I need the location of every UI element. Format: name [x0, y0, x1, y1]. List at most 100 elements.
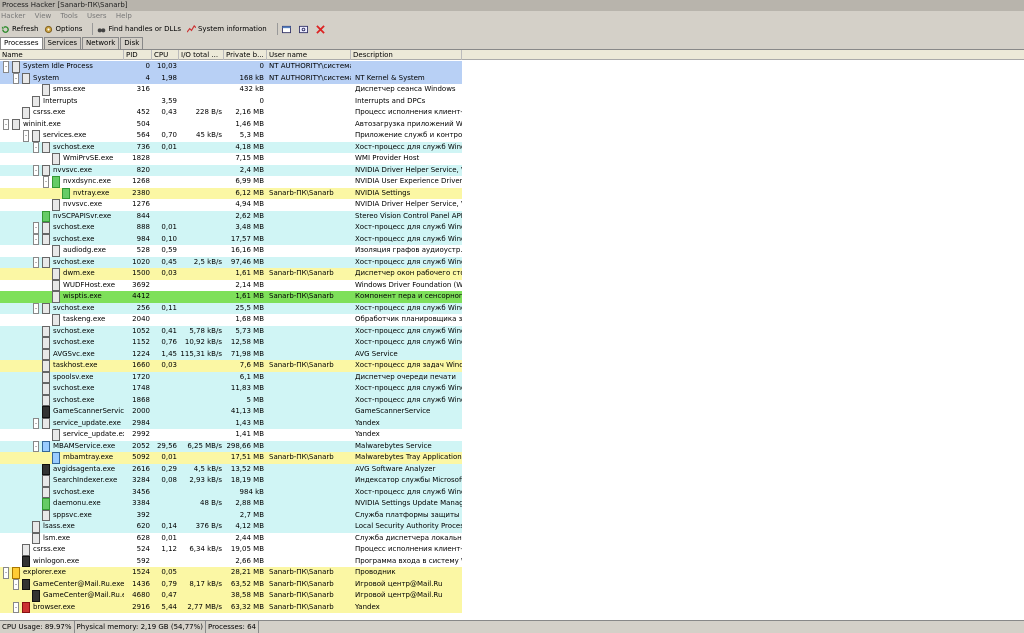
process-row[interactable]: WmiPrvSE.exe 1828 7,15 MB WMI Provider Host: [0, 153, 1024, 165]
process-row[interactable]: - svchost.exe 888 0,01 3,48 MB Хост-процесс д…: [0, 222, 1024, 234]
process-row[interactable]: nvSCPAPISvr.exe 844 2,62 MB Stereo Vision C…: [0, 210, 1024, 222]
close-button[interactable]: [315, 22, 327, 36]
system-information-button[interactable]: System information: [186, 22, 267, 36]
process-row[interactable]: GameCenter@Mail.Ru.exe 4680 0,47 38,58 MB Sa…: [0, 590, 1024, 602]
process-row[interactable]: svchost.exe 1152 0,76 10,92 kB/s 12,58 MB Хос…: [0, 337, 1024, 349]
find-window-button[interactable]: [298, 22, 310, 36]
process-tree-list[interactable]: Name PID CPU I/O total ... Private b... …: [0, 49, 1024, 620]
collapse-toggle[interactable]: -: [13, 601, 19, 613]
tab-processes[interactable]: Processes: [0, 37, 43, 49]
process-row[interactable]: - wininit.exe 504 1,46 MB Автозагрузка прило…: [0, 118, 1024, 130]
process-row[interactable]: - System 4 1,98 168 kB NT AUTHORITY\система NT…: [0, 72, 1024, 84]
process-row[interactable]: service_update.exe 2992 1,41 MB Yandex: [0, 429, 1024, 441]
process-row[interactable]: sppsvc.exe 392 2,7 MB Служба платформы защи…: [0, 509, 1024, 521]
collapse-toggle[interactable]: -: [23, 130, 29, 142]
process-row[interactable]: winlogon.exe 592 2,66 MB Программа входа в …: [0, 555, 1024, 567]
process-row[interactable]: GameScannerService.... 2000 41,13 MB GameSc…: [0, 406, 1024, 418]
collapse-toggle[interactable]: -: [33, 256, 39, 268]
column-pid[interactable]: PID: [124, 50, 152, 60]
process-row[interactable]: audiodg.exe 528 0,59 16,16 MB Изоляция графо…: [0, 245, 1024, 257]
menu-users[interactable]: Users: [87, 12, 107, 20]
collapse-toggle[interactable]: -: [43, 176, 49, 188]
tab-services[interactable]: Services: [43, 37, 82, 49]
process-icon: [32, 532, 40, 544]
process-row[interactable]: taskhost.exe 1660 0,03 7,6 MB Sanarb-ПК\Sana…: [0, 360, 1024, 372]
process-description: Процесс исполнения клиент-с...: [355, 545, 462, 553]
collapse-toggle[interactable]: -: [3, 61, 9, 73]
process-row[interactable]: lsm.exe 628 0,01 2,44 MB Служба диспетчера л…: [0, 532, 1024, 544]
process-row[interactable]: - services.exe 564 0,70 45 kB/s 5,3 MB Приложе…: [0, 130, 1024, 142]
process-row[interactable]: WUDFHost.exe 3692 2,14 MB Windows Driver Fo…: [0, 279, 1024, 291]
process-io-total: [179, 199, 222, 211]
process-row[interactable]: - svchost.exe 984 0,10 17,57 MB Хост-процесс …: [0, 233, 1024, 245]
process-row[interactable]: svchost.exe 1868 5 MB Хост-процесс для служ…: [0, 394, 1024, 406]
column-user-name[interactable]: User name: [267, 50, 351, 60]
process-row[interactable]: - svchost.exe 1020 0,45 2,5 kB/s 97,46 MB Хост…: [0, 256, 1024, 268]
process-row[interactable]: - MBAMService.exe 2052 29,56 6,25 MB/s 298,66…: [0, 440, 1024, 452]
find-handles-button[interactable]: Find handles or DLLs: [97, 22, 181, 36]
process-row[interactable]: svchost.exe 1052 0,41 5,78 kB/s 5,73 MB Хост-…: [0, 325, 1024, 337]
process-cpu: 0,14: [161, 522, 177, 530]
process-user-name: [269, 130, 351, 142]
column-io-total[interactable]: I/O total ...: [179, 50, 224, 60]
options-button[interactable]: Options: [44, 22, 82, 36]
process-row[interactable]: csrss.exe 524 1,12 6,34 kB/s 19,05 MB Процесс…: [0, 544, 1024, 556]
collapse-toggle[interactable]: -: [33, 164, 39, 176]
process-row[interactable]: Interrupts 3,59 0 Interrupts and DPCs: [0, 95, 1024, 107]
collapse-toggle[interactable]: -: [33, 233, 39, 245]
process-description: Индексатор службы Microsoft ...: [355, 476, 462, 484]
process-row[interactable]: spoolsv.exe 1720 6,1 MB Диспетчер очереди п…: [0, 371, 1024, 383]
collapse-toggle[interactable]: -: [33, 141, 39, 153]
process-row[interactable]: - browser.exe 2916 5,44 2,77 MB/s 63,32 MB San…: [0, 601, 1024, 613]
refresh-button[interactable]: Refresh: [1, 22, 38, 36]
window-button[interactable]: [281, 22, 293, 36]
menu-view[interactable]: View: [35, 12, 52, 20]
process-row[interactable]: lsass.exe 620 0,14 376 B/s 4,12 MB Local Secu…: [0, 521, 1024, 533]
tab-network[interactable]: Network: [82, 37, 120, 49]
menu-hacker[interactable]: Hacker: [1, 12, 25, 20]
process-row[interactable]: nvtray.exe 2380 6,12 MB Sanarb-ПК\Sanarb NVI…: [0, 187, 1024, 199]
collapse-toggle[interactable]: -: [3, 118, 9, 130]
collapse-toggle[interactable]: -: [13, 578, 19, 590]
process-user-name: [269, 245, 351, 257]
process-description: NVIDIA Driver Helper Service, V...: [355, 165, 462, 174]
tab-disk[interactable]: Disk: [120, 37, 144, 49]
process-private-bytes: 2,88 MB: [235, 499, 264, 507]
process-row[interactable]: - nvvsvc.exe 820 2,4 MB NVIDIA Driver Helper…: [0, 164, 1024, 176]
process-row[interactable]: mbamtray.exe 5092 0,01 17,51 MB Sanarb-ПК\Sa…: [0, 452, 1024, 464]
menu-tools[interactable]: Tools: [60, 12, 77, 20]
collapse-toggle[interactable]: -: [13, 72, 19, 84]
column-cpu[interactable]: CPU: [152, 50, 179, 60]
collapse-toggle[interactable]: -: [33, 417, 39, 429]
process-row[interactable]: - nvxdsync.exe 1268 6,99 MB NVIDIA User Expe…: [0, 176, 1024, 188]
process-row[interactable]: - GameCenter@Mail.Ru.exe 1436 0,79 8,17 kB/s…: [0, 578, 1024, 590]
collapse-toggle[interactable]: -: [33, 222, 39, 234]
column-description[interactable]: Description: [351, 50, 462, 60]
collapse-toggle[interactable]: -: [33, 440, 39, 452]
column-private-bytes[interactable]: Private b...: [224, 50, 267, 60]
process-name: taskeng.exe: [63, 315, 106, 323]
process-row[interactable]: wisptis.exe 4412 1,61 MB Sanarb-ПК\Sanarb Ко…: [0, 291, 1024, 303]
process-row[interactable]: nvvsvc.exe 1276 4,94 MB NVIDIA Driver Helpe…: [0, 199, 1024, 211]
process-row[interactable]: dwm.exe 1500 0,03 1,61 MB Sanarb-ПК\Sanarb Ди…: [0, 268, 1024, 280]
menu-help[interactable]: Help: [116, 12, 132, 20]
column-name[interactable]: Name: [0, 50, 124, 60]
process-row[interactable]: AVGSvc.exe 1224 1,45 115,31 kB/s 71,98 MB AVG…: [0, 348, 1024, 360]
process-row[interactable]: avgidsagenta.exe 2616 0,29 4,5 kB/s 13,52 MB…: [0, 463, 1024, 475]
process-row[interactable]: smss.exe 316 432 kB Диспетчер сеанса Window…: [0, 84, 1024, 96]
process-row[interactable]: - svchost.exe 736 0,01 4,18 MB Хост-процесс д…: [0, 141, 1024, 153]
process-private-bytes: 298,66 MB: [226, 441, 264, 450]
process-row[interactable]: - explorer.exe 1524 0,05 28,21 MB Sanarb-ПК\S…: [0, 567, 1024, 579]
collapse-toggle[interactable]: -: [33, 302, 39, 314]
process-pid: 1500: [132, 269, 150, 277]
process-row[interactable]: daemonu.exe 3384 48 B/s 2,88 MB NVIDIA Setti…: [0, 498, 1024, 510]
process-row[interactable]: - svchost.exe 256 0,11 25,5 MB Хост-процесс д…: [0, 302, 1024, 314]
process-row[interactable]: SearchIndexer.exe 3284 0,08 2,93 kB/s 18,19 …: [0, 475, 1024, 487]
process-row[interactable]: svchost.exe 1748 11,83 MB Хост-процесс для …: [0, 383, 1024, 395]
process-row[interactable]: - service_update.exe 2984 1,43 MB Yandex: [0, 417, 1024, 429]
process-row[interactable]: taskeng.exe 2040 1,68 MB Обработчик планиро…: [0, 314, 1024, 326]
process-row[interactable]: svchost.exe 3456 984 kB Хост-процесс для сл…: [0, 486, 1024, 498]
collapse-toggle[interactable]: -: [3, 567, 9, 579]
process-row[interactable]: csrss.exe 452 0,43 228 B/s 2,16 MB Процесс ис…: [0, 107, 1024, 119]
process-row[interactable]: - System Idle Process 0 10,03 0 NT AUTHORITY\…: [0, 61, 1024, 73]
